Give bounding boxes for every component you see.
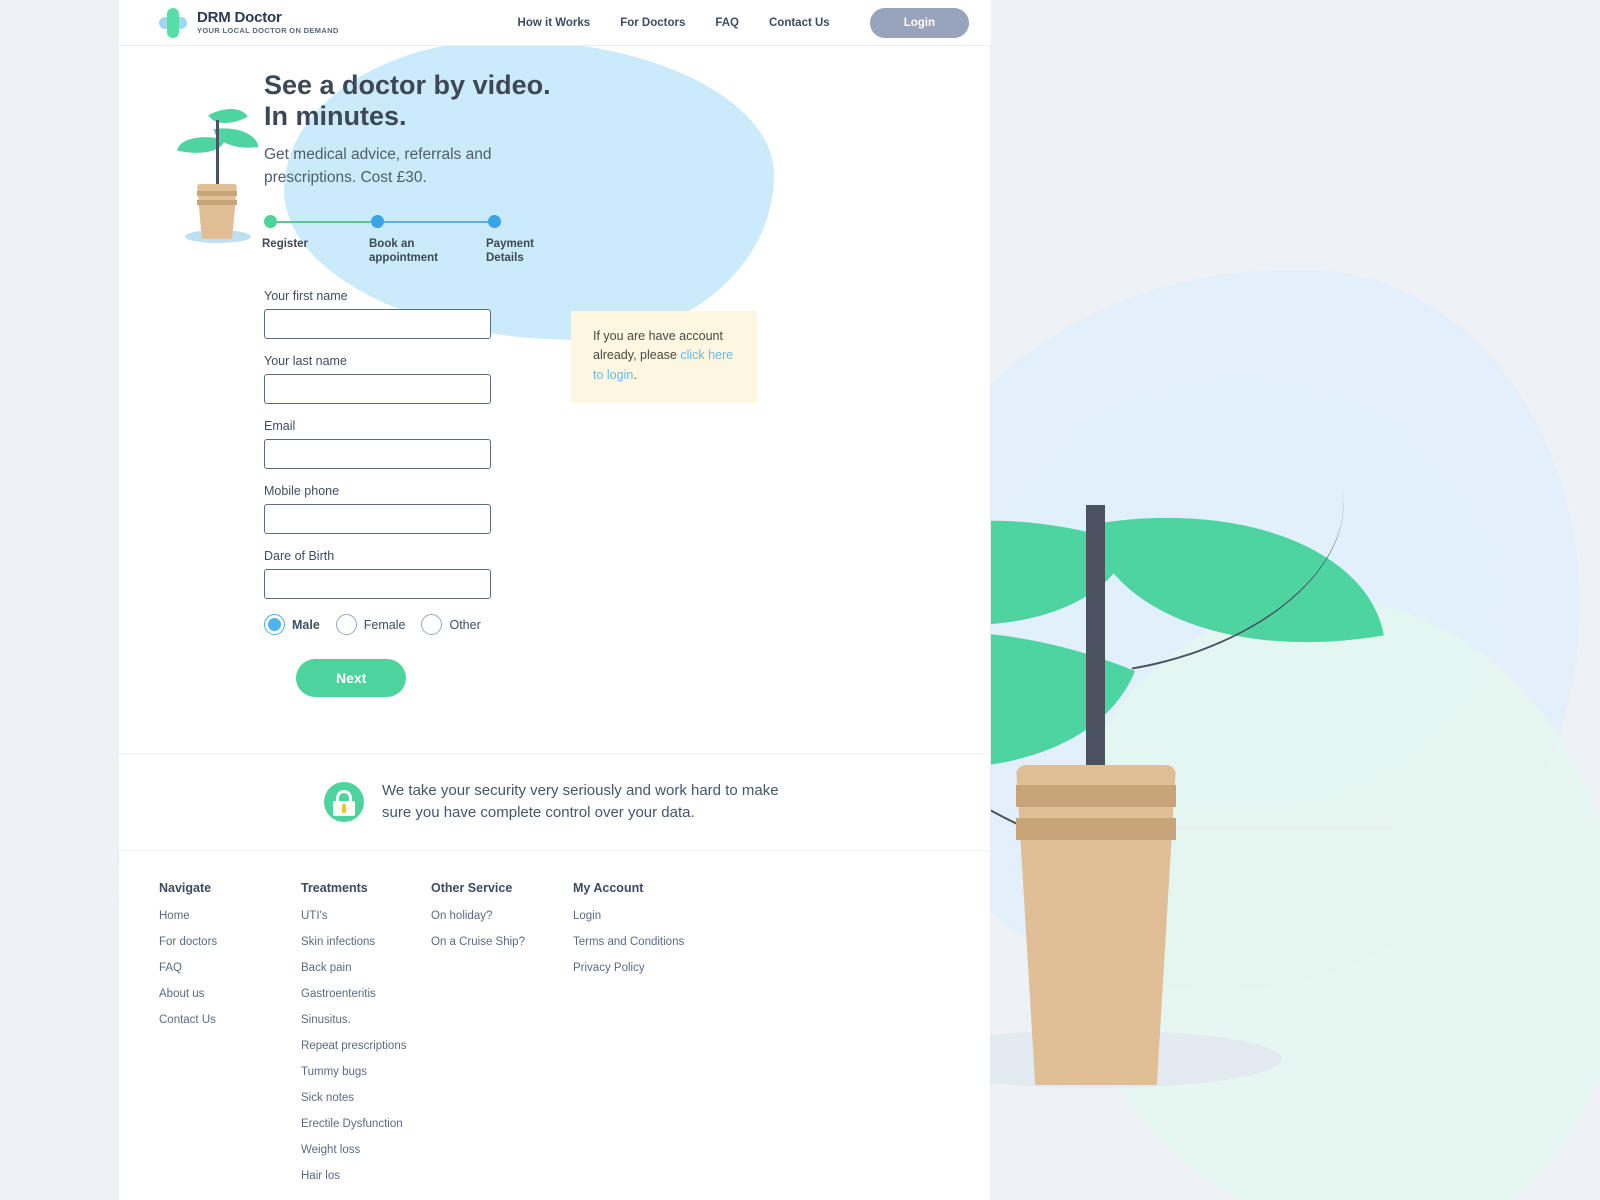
footer-link-login[interactable]: Login [573,910,733,922]
footer-link-hair-los[interactable]: Hair los [301,1170,411,1182]
next-button[interactable]: Next [296,659,407,698]
footer-link-skin-infections[interactable]: Skin infections [301,936,411,948]
footer-link-faq[interactable]: FAQ [159,962,281,974]
footer-link-terms-and-conditions[interactable]: Terms and Conditions [573,936,733,948]
footer-link-sick-notes[interactable]: Sick notes [301,1092,411,1104]
footer-link-erectile-dysfunction[interactable]: Erectile Dysfunction [301,1118,411,1130]
main-navigation: How it Works For Doctors FAQ Contact Us … [518,7,969,38]
nav-link-how-it-works[interactable]: How it Works [518,17,591,29]
hero-subtitle: Get medical advice, referrals and prescr… [264,146,492,186]
footer-link-on-a-cruise-ship[interactable]: On a Cruise Ship? [431,936,553,948]
stepper-label-book-appointment: Book an appointment [369,238,438,265]
gender-option-female[interactable]: Female [335,614,406,636]
radio-icon-selected[interactable] [264,614,285,636]
stepper-dot-book-appointment[interactable] [371,215,384,229]
site-footer: Navigate Home For doctors FAQ About us C… [119,851,991,1200]
gender-label-female: Female [363,617,406,632]
plant-pot-band [1016,818,1176,840]
footer-title-other-service: Other Service [431,880,513,895]
nav-link-contact-us[interactable]: Contact Us [769,17,830,29]
cross-icon [159,7,187,38]
progress-stepper: Register Book an appointment Payment Det… [262,215,534,269]
last-name-input[interactable] [264,374,491,405]
background-blob-mint [1060,600,1600,1200]
padlock-icon [324,781,364,822]
footer-column-my-account: My Account Login Terms and Conditions Pr… [573,881,753,1196]
footer-title-treatments: Treatments [301,880,368,895]
date-of-birth-input[interactable] [264,569,491,600]
page-card: DRM Doctor YOUR LOCAL DOCTOR ON DEMAND H… [119,0,991,1200]
stepper-dot-payment-details[interactable] [488,215,501,229]
notice-text-after: . [633,367,637,382]
stepper-track-complete [270,221,383,224]
page-root: DRM Doctor YOUR LOCAL DOCTOR ON DEMAND H… [0,0,1600,1200]
footer-title-navigate: Navigate [159,880,212,895]
main-content: See a doctor by video. In minutes. Get m… [119,46,991,698]
footer-link-on-holiday[interactable]: On holiday? [431,910,553,922]
footer-column-navigate: Navigate Home For doctors FAQ About us C… [159,881,301,1196]
footer-link-home[interactable]: Home [159,910,281,922]
gender-option-male[interactable]: Male [264,614,320,636]
nav-link-for-doctors[interactable]: For Doctors [620,17,685,29]
gender-label-male: Male [292,617,320,632]
footer-link-for-doctors[interactable]: For doctors [159,936,281,948]
field-first-name: Your first name [264,289,509,340]
stepper-label-register: Register [262,238,309,251]
field-label-mobile-phone: Mobile phone [264,484,340,499]
field-label-date-of-birth: Dare of Birth [264,549,335,564]
footer-link-privacy-policy[interactable]: Privacy Policy [573,962,733,974]
field-last-name: Your last name [264,354,509,405]
background-blob-pale [980,380,1500,810]
gender-radio-group: Male Female Other [264,614,509,636]
footer-link-repeat-prescriptions[interactable]: Repeat prescriptions [301,1040,411,1052]
footer-link-about-us[interactable]: About us [159,988,281,1000]
footer-column-other-service: Other Service On holiday? On a Cruise Sh… [431,881,573,1196]
footer-link-sinusitus[interactable]: Sinusitus. [301,1014,411,1026]
brand-name: DRM Doctor [197,8,282,26]
footer-column-treatments: Treatments UTI's Skin infections Back pa… [301,881,431,1196]
footer-link-gastroenteritis[interactable]: Gastroenteritis [301,988,411,1000]
registration-form-area: Your first name Your last name Email Mob… [159,289,951,698]
background-frame-line-horizontal [990,828,1390,829]
footer-link-utis[interactable]: UTI's [301,910,411,922]
leaf-icon [213,123,259,153]
plant-pot [1016,765,1176,1085]
page-title: See a doctor by video. In minutes. [264,70,551,132]
first-name-input[interactable] [264,309,491,340]
login-button[interactable]: Login [869,7,969,38]
plant-stem [1086,505,1105,845]
radio-icon[interactable] [421,614,443,636]
brand-tagline: YOUR LOCAL DOCTOR ON DEMAND [197,26,339,36]
leaf-icon [1090,477,1384,683]
footer-title-my-account: My Account [573,880,644,895]
security-banner: We take your security very seriously and… [119,753,991,851]
radio-icon[interactable] [335,614,357,636]
registration-form: Your first name Your last name Email Mob… [159,289,509,698]
nav-link-faq[interactable]: FAQ [715,17,739,29]
footer-link-back-pain[interactable]: Back pain [301,962,411,974]
gender-option-other[interactable]: Other [421,614,481,636]
small-plant-illustration [159,64,264,254]
field-date-of-birth: Dare of Birth [264,549,509,600]
footer-link-weight-loss[interactable]: Weight loss [301,1144,411,1156]
mobile-phone-input[interactable] [264,504,491,535]
field-label-first-name: Your first name [264,289,348,304]
plant-pot-band [1016,785,1176,807]
field-email: Email [264,419,509,470]
stepper-dot-register[interactable] [264,215,277,229]
existing-account-notice: If you are have account already, please … [571,311,757,404]
field-label-last-name: Your last name [264,354,347,369]
field-label-email: Email [264,419,296,434]
stepper-label-payment-details: Payment Details [486,238,534,265]
email-input[interactable] [264,439,491,470]
brand-logo[interactable]: DRM Doctor YOUR LOCAL DOCTOR ON DEMAND [159,7,339,38]
field-mobile-phone: Mobile phone [264,484,509,535]
security-message: We take your security very seriously and… [382,782,779,821]
site-header: DRM Doctor YOUR LOCAL DOCTOR ON DEMAND H… [119,0,991,46]
gender-label-other: Other [449,617,481,632]
footer-link-contact-us[interactable]: Contact Us [159,1014,281,1026]
hero-section: See a doctor by video. In minutes. Get m… [159,64,951,269]
footer-link-tummy-bugs[interactable]: Tummy bugs [301,1066,411,1078]
